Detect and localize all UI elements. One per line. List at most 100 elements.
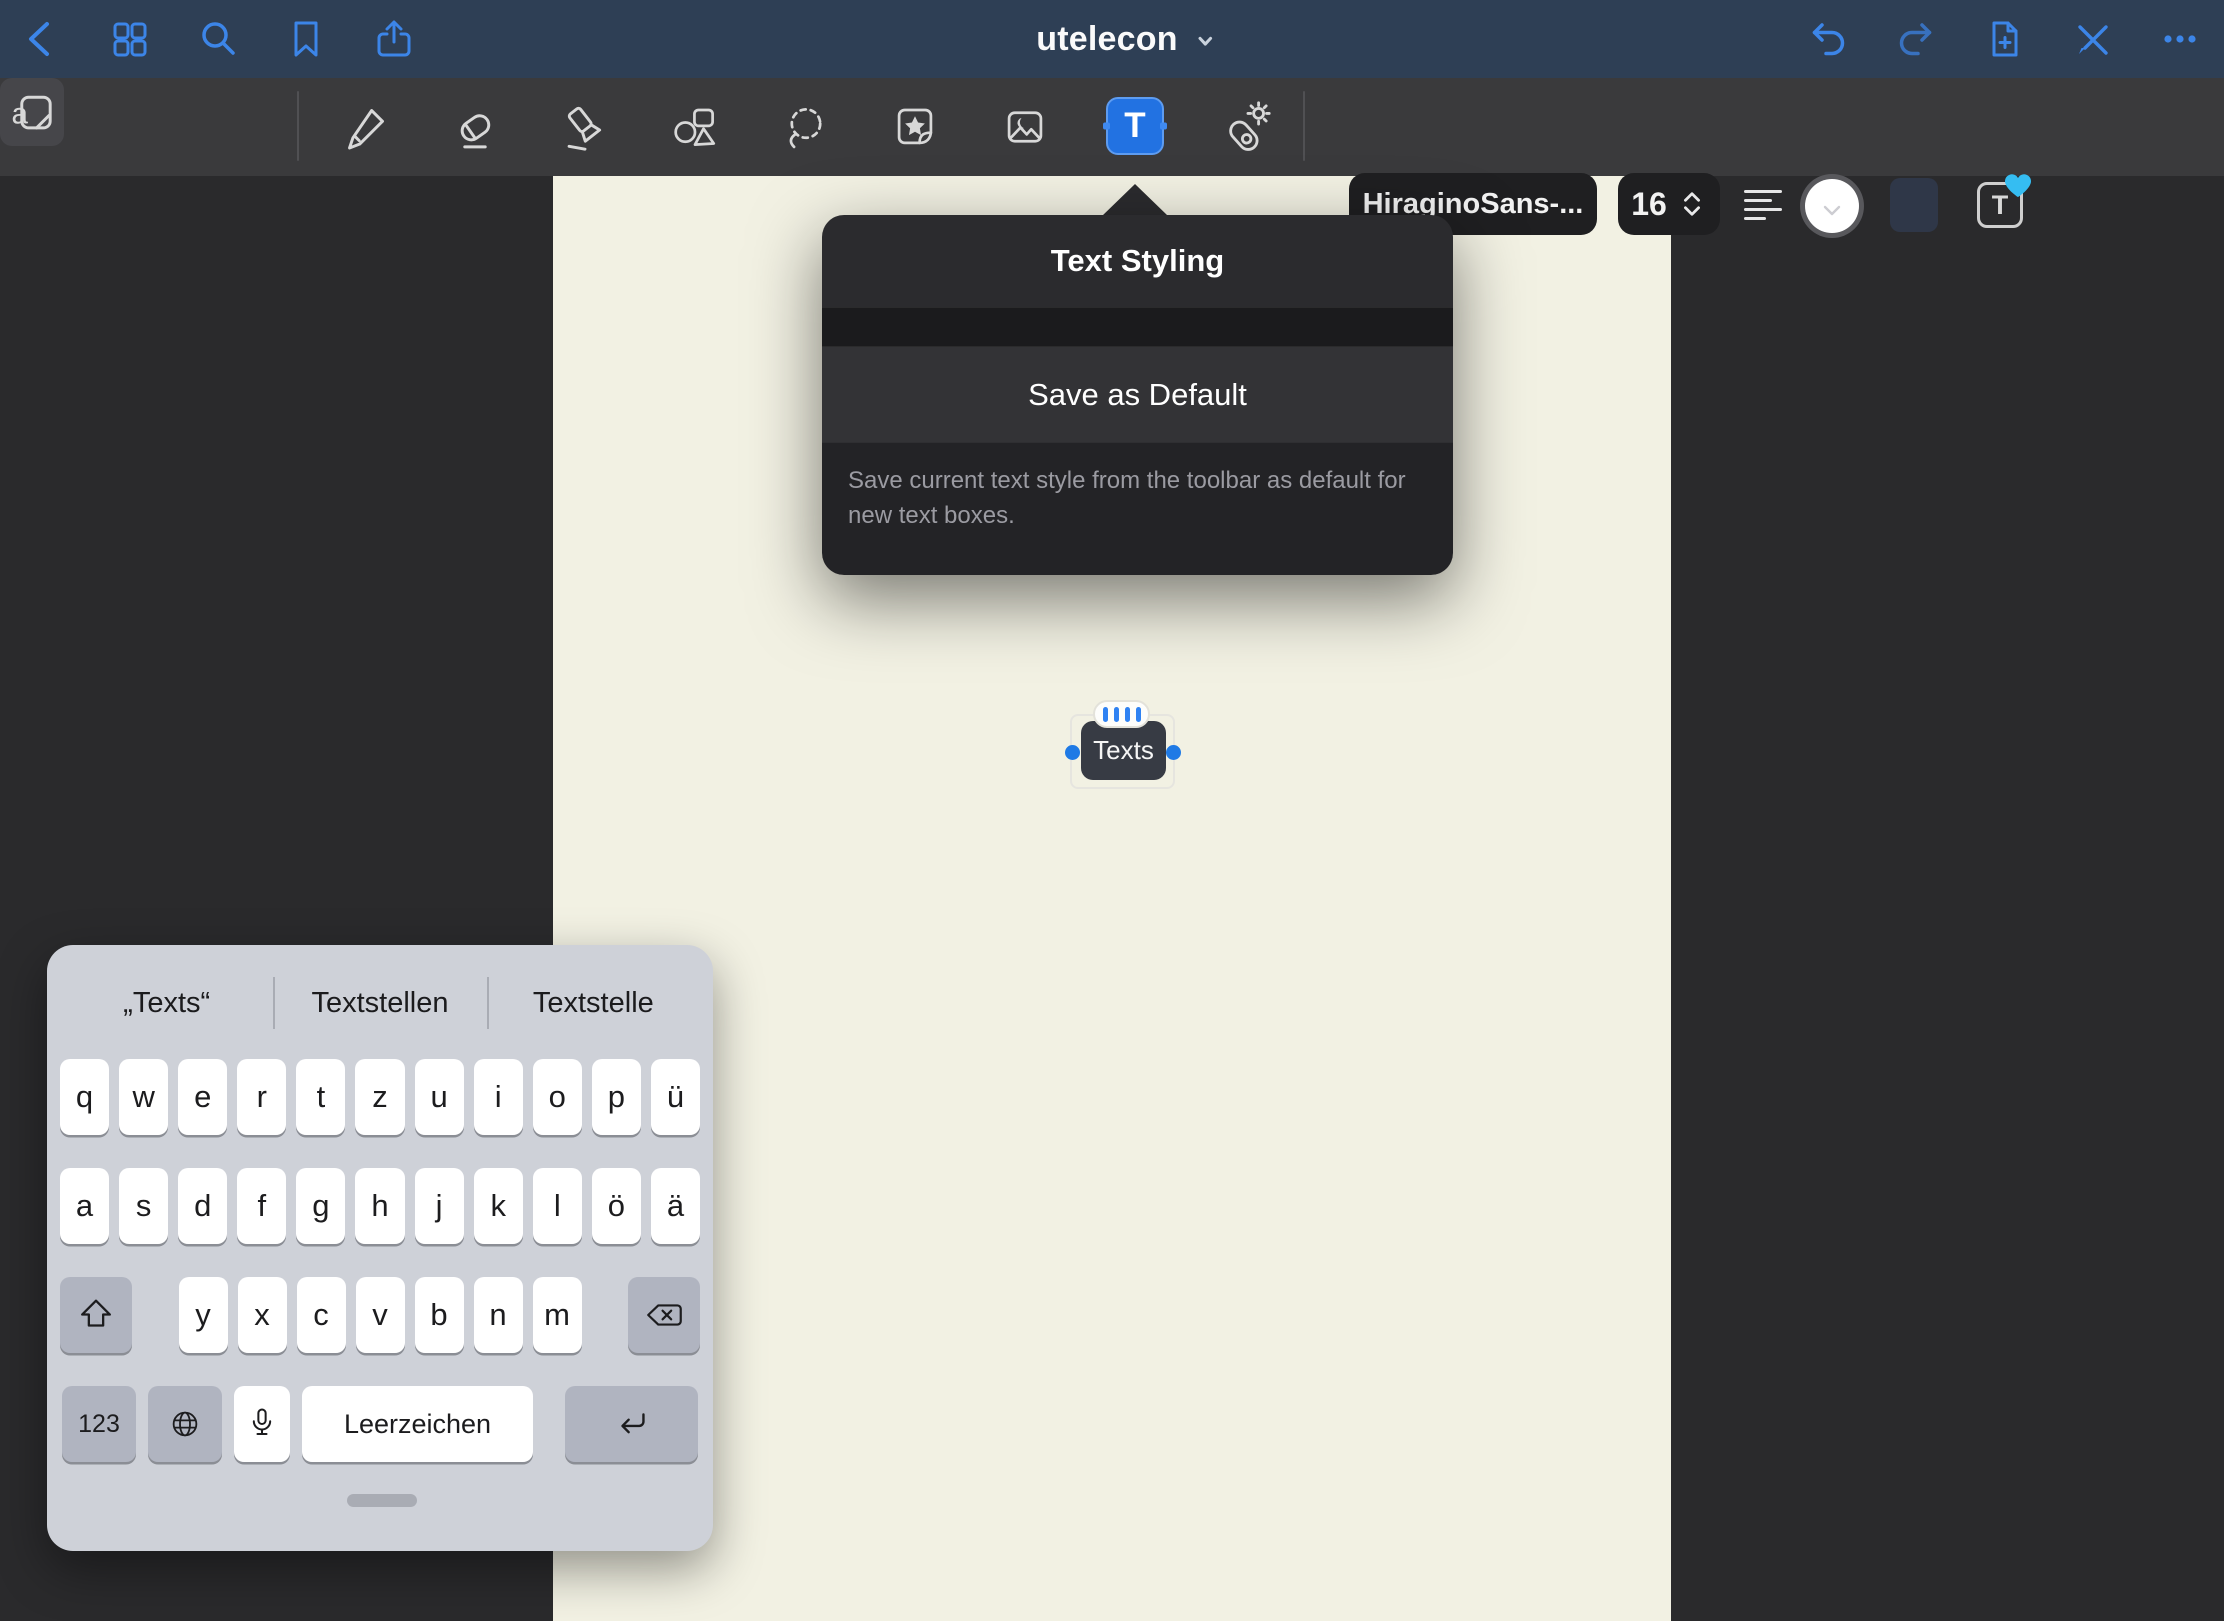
popover-title-label: Text Styling	[1051, 243, 1224, 279]
zoom-window-tool-button[interactable]: a	[0, 78, 64, 146]
popover-arrow	[1102, 184, 1168, 216]
shapes-tool-button[interactable]	[666, 98, 724, 156]
key-h[interactable]: h	[355, 1168, 404, 1244]
microphone-icon	[242, 1404, 282, 1444]
chevron-down-icon	[1822, 204, 1842, 218]
highlighter-tool-button[interactable]	[556, 98, 614, 156]
key-n[interactable]: n	[474, 1277, 523, 1353]
key-k[interactable]: k	[474, 1168, 523, 1244]
key-g[interactable]: g	[296, 1168, 345, 1244]
numbers-key[interactable]: 123	[62, 1386, 136, 1462]
save-as-default-button[interactable]: Save as Default	[822, 347, 1453, 442]
key-f[interactable]: f	[237, 1168, 286, 1244]
drag-handle-bar	[1114, 707, 1119, 722]
nav-left-group	[20, 0, 416, 78]
space-key[interactable]: Leerzeichen	[302, 1386, 533, 1462]
key-x[interactable]: x	[238, 1277, 287, 1353]
zoom-window-icon: a	[7, 87, 57, 137]
text-box[interactable]: Texts	[1081, 721, 1166, 780]
globe-key[interactable]	[148, 1386, 222, 1462]
suggestion-„Texts“[interactable]: „Texts“	[60, 987, 273, 1020]
return-key[interactable]	[565, 1386, 698, 1462]
bookmark-button[interactable]	[284, 17, 328, 61]
pressed-button-highlight	[1890, 178, 1938, 232]
key-m[interactable]: m	[533, 1277, 582, 1353]
readonly-mode-button[interactable]	[2070, 17, 2114, 61]
key-a[interactable]: a	[60, 1168, 109, 1244]
key-e[interactable]: e	[178, 1059, 227, 1135]
keyboard-row-4: 123 Leerzeichen	[60, 1386, 700, 1462]
key-q[interactable]: q	[60, 1059, 109, 1135]
pen-tool-button[interactable]	[337, 98, 395, 156]
share-button[interactable]	[372, 17, 416, 61]
laser-pointer-tool-button[interactable]	[1216, 98, 1274, 156]
key-ü[interactable]: ü	[651, 1059, 700, 1135]
undo-button[interactable]	[1806, 17, 1850, 61]
textbox-drag-handle[interactable]	[1093, 700, 1150, 728]
image-icon	[1000, 102, 1050, 152]
saved-text-style-button[interactable]: T	[1977, 182, 2023, 228]
toolbar-divider	[297, 91, 299, 161]
key-l[interactable]: l	[533, 1168, 582, 1244]
color-circle-white	[1805, 179, 1859, 233]
keyboard-row-3: yxcvbnm	[60, 1277, 700, 1353]
return-icon	[611, 1404, 653, 1444]
text-tool-button-selected[interactable]: T	[1106, 97, 1164, 155]
key-c[interactable]: c	[297, 1277, 346, 1353]
more-button[interactable]	[2158, 17, 2202, 61]
font-size-value: 16	[1631, 186, 1667, 223]
suggestion-Textstellen[interactable]: Textstellen	[273, 987, 486, 1020]
key-v[interactable]: v	[356, 1277, 405, 1353]
image-tool-button[interactable]	[996, 98, 1054, 156]
key-d[interactable]: d	[178, 1168, 227, 1244]
redo-button[interactable]	[1894, 17, 1938, 61]
key-p[interactable]: p	[592, 1059, 641, 1135]
keyboard-row-3-letters: yxcvbnm	[179, 1277, 582, 1353]
numbers-key-label: 123	[78, 1410, 120, 1439]
eraser-tool-button[interactable]	[446, 98, 504, 156]
shift-key[interactable]	[60, 1277, 132, 1353]
share-icon	[372, 17, 416, 61]
key-t[interactable]: t	[296, 1059, 345, 1135]
key-ö[interactable]: ö	[592, 1168, 641, 1244]
heart-icon	[2004, 173, 2032, 199]
tools-toolbar: a	[0, 78, 2224, 176]
keyboard-row-2: asdfghjklöä	[60, 1168, 700, 1244]
suggestion-Textstelle[interactable]: Textstelle	[487, 987, 700, 1020]
key-z[interactable]: z	[355, 1059, 404, 1135]
selection-dot	[1103, 123, 1110, 130]
font-size-stepper[interactable]: 16	[1618, 173, 1720, 235]
drag-handle-bar	[1125, 707, 1130, 722]
key-o[interactable]: o	[533, 1059, 582, 1135]
key-w[interactable]: w	[119, 1059, 168, 1135]
thumbnails-button[interactable]	[108, 17, 152, 61]
keyboard-row-1: qwertzuiopü	[60, 1059, 700, 1135]
keyboard-grab-handle[interactable]	[347, 1494, 417, 1507]
key-y[interactable]: y	[179, 1277, 228, 1353]
elements-tool-button[interactable]	[886, 98, 944, 156]
key-i[interactable]: i	[474, 1059, 523, 1135]
add-page-button[interactable]	[1982, 17, 2026, 61]
dictation-key[interactable]	[234, 1386, 290, 1462]
text-box-content: Texts	[1093, 735, 1154, 766]
popover-description-text: Save current text style from the toolbar…	[848, 467, 1406, 529]
textbox-resize-handle-right[interactable]	[1166, 745, 1181, 760]
align-line	[1744, 217, 1766, 220]
key-r[interactable]: r	[237, 1059, 286, 1135]
back-button[interactable]	[20, 17, 64, 61]
document-title[interactable]: utelecon	[1036, 0, 1219, 78]
text-color-swatch[interactable]	[1800, 174, 1864, 238]
search-button[interactable]	[196, 17, 240, 61]
lasso-tool-button[interactable]	[777, 98, 835, 156]
key-s[interactable]: s	[119, 1168, 168, 1244]
key-ä[interactable]: ä	[651, 1168, 700, 1244]
popover-description: Save current text style from the toolbar…	[822, 442, 1453, 575]
key-j[interactable]: j	[415, 1168, 464, 1244]
key-b[interactable]: b	[415, 1277, 464, 1353]
backspace-key[interactable]	[628, 1277, 700, 1353]
key-u[interactable]: u	[415, 1059, 464, 1135]
align-line	[1744, 208, 1782, 211]
text-alignment-button[interactable]	[1744, 190, 1782, 220]
shift-icon	[75, 1294, 117, 1336]
textbox-resize-handle-left[interactable]	[1065, 745, 1080, 760]
